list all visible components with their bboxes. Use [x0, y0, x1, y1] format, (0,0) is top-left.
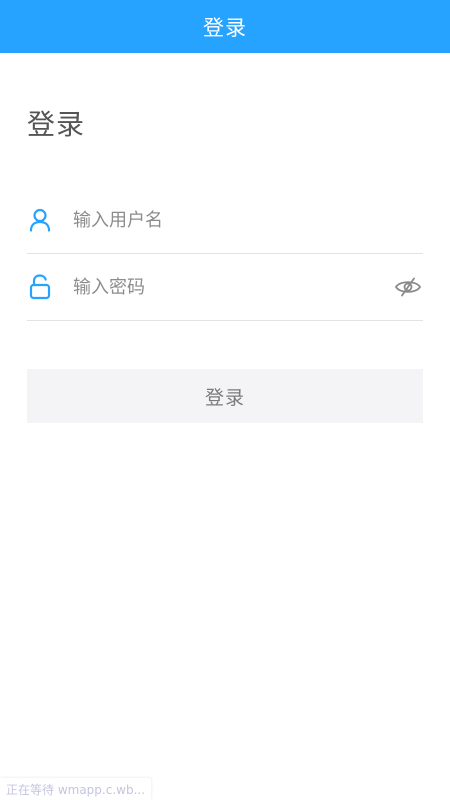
username-field[interactable]: [27, 187, 423, 254]
username-input[interactable]: [73, 200, 423, 240]
login-page: 登录 登录 登录 正在等待 wmapp.c.wb...: [0, 0, 450, 800]
password-input[interactable]: [73, 267, 393, 307]
page-heading: 登录: [27, 108, 86, 141]
user-icon: [29, 206, 57, 234]
unlock-icon: [29, 273, 57, 301]
login-button[interactable]: 登录: [27, 369, 423, 423]
browser-status-text: 正在等待 wmapp.c.wb...: [0, 778, 152, 800]
nav-title: 登录: [203, 15, 247, 40]
password-field[interactable]: [27, 254, 423, 321]
nav-bar: 登录: [0, 0, 450, 53]
eye-slash-icon[interactable]: [393, 272, 423, 302]
